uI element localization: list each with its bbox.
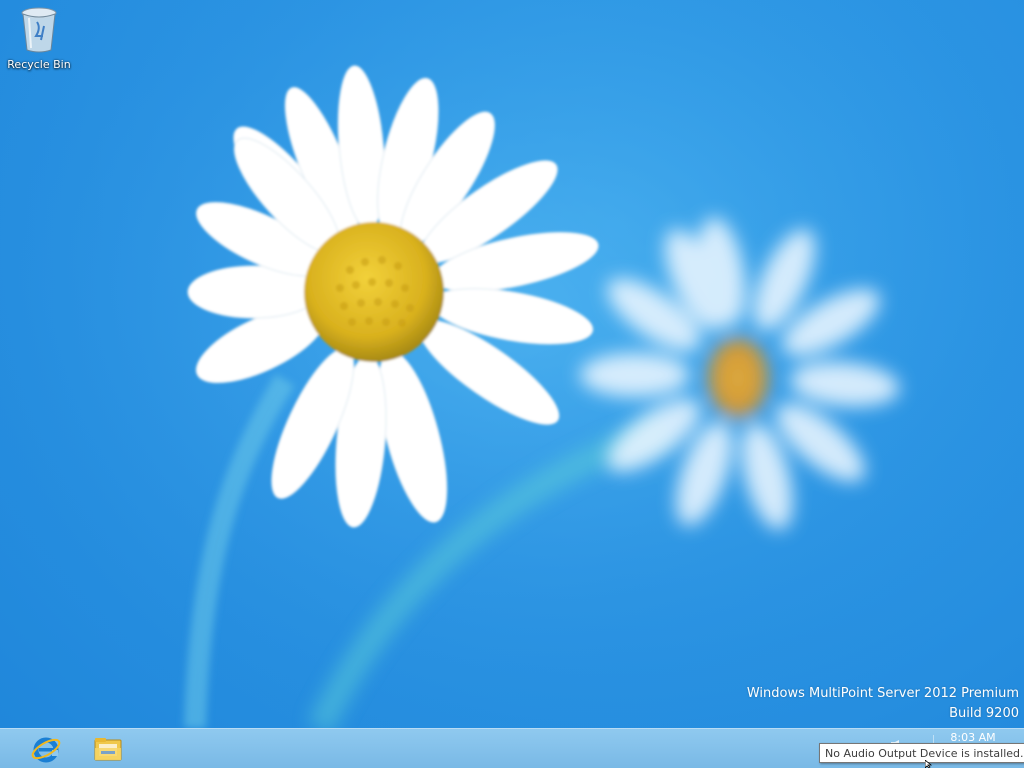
- os-build-text: Build 9200: [949, 706, 1019, 721]
- recycle-bin-label: Recycle Bin: [7, 58, 71, 71]
- taskbar-internet-explorer-button[interactable]: [22, 729, 70, 768]
- desktop: Recycle Bin Windows MultiPoint Server 20…: [0, 0, 1024, 768]
- audio-tooltip: No Audio Output Device is installed.: [819, 743, 1024, 763]
- daisy-wallpaper: [0, 0, 1024, 768]
- file-explorer-icon: [94, 737, 122, 760]
- mouse-cursor-icon: [925, 760, 933, 768]
- os-watermark: Windows MultiPoint Server 2012 Premium B…: [747, 684, 1019, 724]
- desktop-icon-recycle-bin[interactable]: Recycle Bin: [4, 6, 74, 76]
- recycle-bin-icon: [21, 7, 57, 53]
- os-edition-text: Windows MultiPoint Server 2012 Premium: [746, 686, 1019, 701]
- taskbar-file-explorer-button[interactable]: [84, 729, 132, 768]
- internet-explorer-icon: [31, 737, 61, 762]
